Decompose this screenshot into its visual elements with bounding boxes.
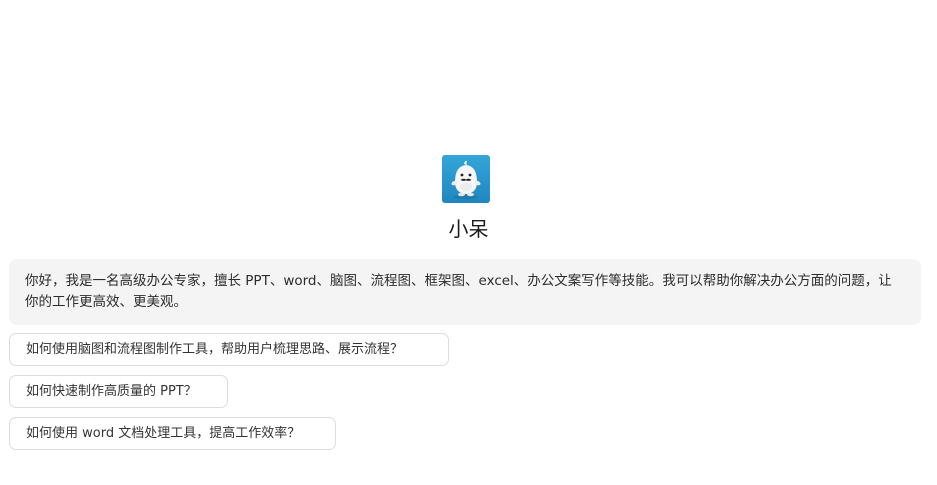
suggested-question-1[interactable]: 如何使用脑图和流程图制作工具，帮助用户梳理思路、展示流程？ bbox=[9, 333, 449, 366]
bot-intro-message: 你好，我是一名高级办公专家，擅长 PPT、word、脑图、流程图、框架图、exc… bbox=[9, 259, 921, 325]
bot-name: 小呆 bbox=[448, 217, 489, 241]
suggested-question-3[interactable]: 如何使用 word 文档处理工具，提高工作效率？ bbox=[9, 417, 336, 450]
mascot-icon bbox=[451, 160, 481, 200]
bot-avatar bbox=[442, 155, 490, 203]
chat-welcome-page: 小呆 你好，我是一名高级办公专家，擅长 PPT、word、脑图、流程图、框架图、… bbox=[0, 0, 937, 485]
suggested-question-2[interactable]: 如何快速制作高质量的 PPT？ bbox=[9, 375, 228, 408]
